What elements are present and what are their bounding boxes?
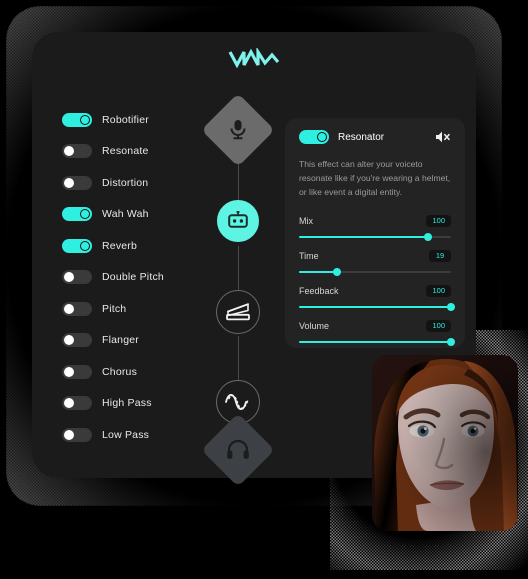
- slider-thumb[interactable]: [424, 232, 433, 241]
- app-logo: [32, 48, 476, 70]
- effect-row-reverb[interactable]: Reverb: [62, 230, 202, 262]
- effect-row-distortion[interactable]: Distortion: [62, 167, 202, 199]
- mute-button[interactable]: [435, 130, 451, 144]
- effect-row-wah-wah[interactable]: Wah Wah: [62, 199, 202, 231]
- effect-row-flanger[interactable]: Flanger: [62, 325, 202, 357]
- chain-connector: [237, 336, 239, 384]
- toggle-wah-wah[interactable]: [62, 207, 92, 222]
- panel-title: Resonator: [338, 131, 385, 143]
- effect-label: Flanger: [102, 334, 140, 347]
- effect-label: Reverb: [102, 239, 138, 252]
- slider-header: Time 19: [299, 249, 451, 263]
- effect-row-double-pitch[interactable]: Double Pitch: [62, 262, 202, 294]
- slider-thumb[interactable]: [333, 267, 341, 276]
- effect-label: Wah Wah: [102, 208, 149, 221]
- effect-label: Low Pass: [102, 428, 150, 441]
- chain-node-microphone[interactable]: [201, 93, 275, 167]
- slider-thumb[interactable]: [447, 337, 455, 346]
- toggle-double-pitch[interactable]: [62, 270, 92, 285]
- slider-header: Feedback 100: [299, 284, 451, 298]
- slider-fill: [299, 270, 337, 273]
- waveform-icon: [225, 394, 249, 410]
- toggle-knob: [64, 366, 74, 377]
- toggle-robotifier[interactable]: [62, 112, 92, 127]
- effect-label: Resonate: [102, 145, 149, 158]
- effects-list: Robotifier Resonate Distortion Wah Wah R…: [62, 104, 202, 451]
- slider-track[interactable]: [299, 302, 455, 311]
- toggle-distortion[interactable]: [62, 175, 92, 190]
- effect-label: High Pass: [102, 397, 152, 410]
- toggle-knob: [64, 335, 74, 346]
- slider-value-badge: 100: [426, 284, 451, 298]
- toggle-knob: [64, 272, 74, 283]
- toggle-resonate[interactable]: [62, 144, 92, 159]
- slider-value-badge: 19: [429, 249, 451, 263]
- effect-label: Chorus: [102, 365, 138, 378]
- slider-label: Feedback: [299, 285, 339, 296]
- slider-thumb[interactable]: [447, 302, 455, 311]
- slider-fill: [299, 305, 451, 308]
- effect-detail-panel: Resonator This effect can alter your voi…: [285, 118, 465, 348]
- microphone-icon: [230, 120, 246, 140]
- slider-track[interactable]: [299, 232, 451, 241]
- webcam-video-frame: [372, 355, 518, 531]
- speaker-mute-icon: [436, 131, 450, 143]
- chain-connector: [237, 246, 239, 294]
- slider-track[interactable]: [299, 267, 451, 276]
- slider-label: Time: [299, 250, 319, 261]
- effect-label: Distortion: [102, 176, 149, 189]
- chain-node-robotifier[interactable]: [217, 200, 259, 242]
- slider-header: Volume 100: [299, 319, 451, 333]
- effect-row-high-pass[interactable]: High Pass: [62, 388, 202, 420]
- parameter-sliders: Mix 100 Time 19 Feedback 100 Volume 100: [299, 214, 455, 346]
- effect-label: Double Pitch: [102, 271, 164, 284]
- toggle-low-pass[interactable]: [62, 427, 92, 442]
- slider-label: Mix: [299, 215, 313, 226]
- voicemod-logo-icon: [228, 48, 280, 69]
- headphones-icon: [227, 439, 249, 459]
- effect-row-resonate[interactable]: Resonate: [62, 136, 202, 168]
- wah-pedal-icon: [226, 303, 250, 321]
- chain-node-headphones[interactable]: [201, 413, 275, 487]
- webcam-preview[interactable]: [372, 355, 518, 531]
- chain-node-wah-pedal[interactable]: [216, 290, 260, 334]
- toggle-knob: [64, 429, 74, 440]
- robot-icon: [228, 211, 248, 228]
- slider-volume: Volume 100: [299, 319, 455, 346]
- toggle-flanger[interactable]: [62, 333, 92, 348]
- slider-value-badge: 100: [426, 319, 451, 333]
- toggle-high-pass[interactable]: [62, 396, 92, 411]
- effect-label: Pitch: [102, 302, 127, 315]
- slider-time: Time 19: [299, 249, 451, 276]
- toggle-knob: [80, 209, 90, 220]
- toggle-pitch[interactable]: [62, 301, 92, 316]
- slider-label: Volume: [299, 320, 330, 331]
- toggle-reverb[interactable]: [62, 238, 92, 253]
- panel-header: Resonator: [299, 130, 451, 144]
- effect-row-chorus[interactable]: Chorus: [62, 356, 202, 388]
- effect-row-robotifier[interactable]: Robotifier: [62, 104, 202, 136]
- toggle-knob: [64, 398, 74, 409]
- toggle-knob: [64, 303, 74, 314]
- signal-chain: [201, 93, 275, 487]
- toggle-knob: [80, 240, 90, 251]
- panel-description: This effect can alter your voiceto reson…: [299, 159, 451, 197]
- toggle-knob: [64, 146, 74, 157]
- slider-header: Mix 100: [299, 214, 451, 228]
- effect-row-low-pass[interactable]: Low Pass: [62, 419, 202, 451]
- slider-mix: Mix 100: [299, 214, 451, 241]
- toggle-knob: [64, 177, 74, 188]
- slider-feedback: Feedback 100: [299, 284, 455, 311]
- slider-value-badge: 100: [426, 214, 451, 228]
- effect-row-pitch[interactable]: Pitch: [62, 293, 202, 325]
- slider-fill: [299, 340, 451, 343]
- slider-fill: [299, 235, 429, 238]
- effect-label: Robotifier: [102, 113, 149, 126]
- toggle-knob: [80, 114, 90, 125]
- toggle-chorus[interactable]: [62, 364, 92, 379]
- toggle-knob: [317, 132, 327, 142]
- slider-track[interactable]: [299, 337, 455, 346]
- screenshot-root: Robotifier Resonate Distortion Wah Wah R…: [0, 0, 528, 579]
- toggle-resonator[interactable]: [299, 130, 329, 144]
